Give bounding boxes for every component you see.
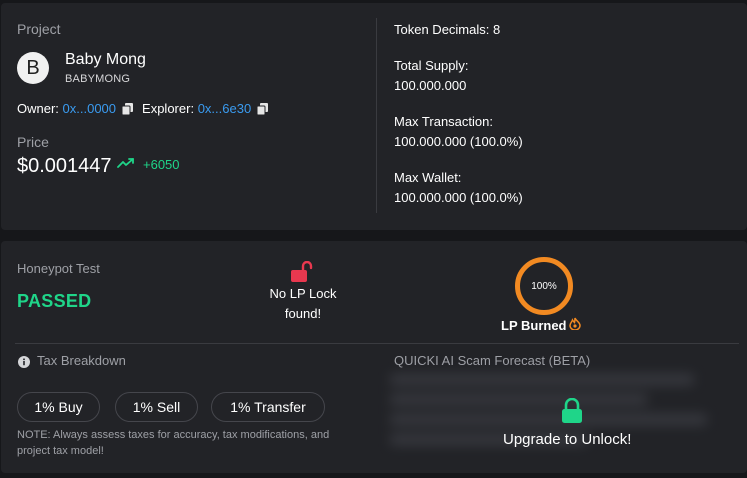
lp-burned-percent: 100%	[531, 280, 557, 292]
tax-note-line2: project tax model!	[17, 445, 104, 457]
fire-icon	[568, 317, 581, 333]
honeypot-label: Honeypot Test	[17, 261, 100, 276]
no-lp-lock-line1: No LP Lock	[269, 286, 337, 301]
max-wallet-value: 100.000.000 (100.0%)	[394, 190, 523, 205]
project-panel	[1, 3, 747, 230]
owner-explorer-row: Owner: 0x...0000 Explorer: 0x...6e30	[17, 101, 277, 116]
copy-icon[interactable]	[121, 102, 134, 116]
lp-burned-ring: 100%	[515, 257, 573, 315]
explorer-address-link[interactable]: 0x...6e30	[198, 101, 252, 116]
tax-note-line1: NOTE: Always assess taxes for accuracy, …	[17, 429, 330, 441]
price-value: $0.001447	[17, 155, 112, 177]
divider	[15, 343, 739, 344]
owner-address-link[interactable]: 0x...0000	[63, 101, 117, 116]
project-name: Baby Mong	[65, 51, 146, 68]
trending-up-icon	[117, 157, 135, 172]
no-lp-lock-text: No LP Lock found!	[253, 284, 353, 324]
lp-burned: LP Burned	[501, 317, 581, 333]
copy-icon[interactable]	[256, 102, 269, 116]
lock-icon	[561, 397, 583, 429]
max-wallet-label: Max Wallet:	[394, 170, 462, 185]
no-lp-lock-line2: found!	[284, 306, 322, 321]
tax-transfer-pill: 1% Transfer	[211, 392, 325, 422]
divider	[376, 18, 377, 213]
max-transaction-value: 100.000.000 (100.0%)	[394, 134, 523, 149]
avatar: B	[17, 52, 49, 84]
price-change: +6050	[117, 157, 180, 172]
lp-burned-label: LP Burned	[501, 317, 567, 333]
price-change-value: +6050	[143, 157, 180, 172]
info-icon	[18, 355, 30, 373]
avatar-letter: B	[26, 56, 40, 79]
owner-label: Owner:	[17, 101, 59, 116]
forecast-label: QUICKI AI Scam Forecast (BETA)	[394, 353, 591, 368]
tax-note: NOTE: Always assess taxes for accuracy, …	[17, 427, 367, 459]
blurred-forecast-content	[390, 374, 720, 466]
tax-breakdown-label: Tax Breakdown	[37, 353, 126, 368]
price-label: Price	[17, 134, 49, 150]
explorer-label: Explorer:	[142, 101, 195, 116]
upgrade-to-unlock-button[interactable]: Upgrade to Unlock!	[503, 431, 631, 448]
token-decimals: Token Decimals: 8	[394, 22, 501, 37]
tax-buy-pill: 1% Buy	[17, 392, 100, 422]
total-supply-label: Total Supply:	[394, 58, 469, 73]
tax-sell-pill: 1% Sell	[115, 392, 198, 422]
project-symbol: BABYMONG	[65, 73, 131, 85]
project-label: Project	[17, 21, 61, 37]
max-transaction-label: Max Transaction:	[394, 114, 493, 129]
total-supply-value: 100.000.000	[394, 78, 467, 93]
honeypot-result: PASSED	[17, 291, 92, 311]
